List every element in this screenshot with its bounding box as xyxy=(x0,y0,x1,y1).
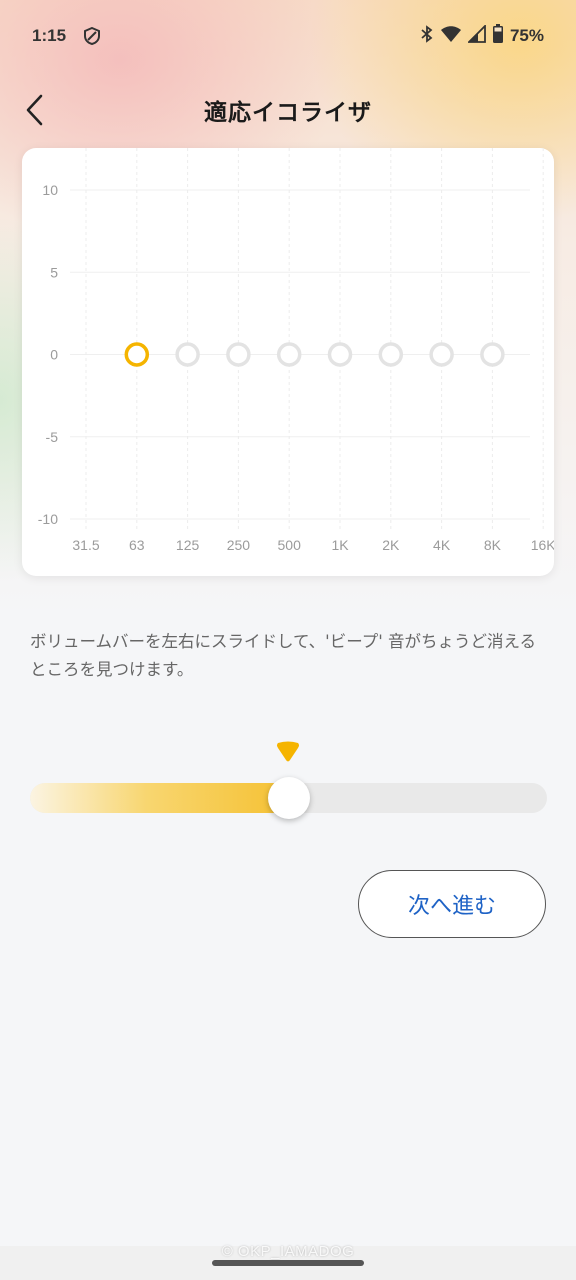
status-icons: 75% xyxy=(420,23,544,49)
band-point-2K xyxy=(378,342,404,367)
x-tick-label: 1K xyxy=(331,537,349,553)
next-button[interactable]: 次へ進む xyxy=(358,870,546,938)
band-point-63 xyxy=(124,342,150,367)
x-tick-label: 500 xyxy=(278,537,302,553)
watermark: © OKP_IAMADOG xyxy=(221,1243,355,1260)
y-tick-label: -10 xyxy=(38,511,58,527)
status-bar: 1:15 75% xyxy=(0,0,576,72)
band-point-4K xyxy=(429,342,454,367)
app-header: 適応イコライザ xyxy=(0,80,576,140)
y-tick-label: 10 xyxy=(42,182,58,198)
instruction-text: ボリュームバーを左右にスライドして、'ビープ' 音がちょうど消えるところを見つけ… xyxy=(30,632,537,679)
y-tick-label: 0 xyxy=(50,347,58,363)
x-tick-label: 2K xyxy=(382,537,400,553)
back-button[interactable] xyxy=(14,90,54,130)
y-tick-label: 5 xyxy=(50,264,58,280)
battery-percent: 75% xyxy=(509,26,544,45)
x-tick-label: 8K xyxy=(484,537,502,553)
x-tick-label: 63 xyxy=(129,537,145,553)
battery-icon xyxy=(492,23,504,49)
x-tick-label: 4K xyxy=(433,537,451,553)
x-tick-label: 125 xyxy=(176,537,200,553)
equalizer-chart: 10 5 0 -5 -10 31.5 63 125 250 500 1K 2K 4K 8K 16K xyxy=(38,148,554,553)
x-tick-label: 250 xyxy=(227,537,251,553)
bluetooth-icon xyxy=(420,24,434,48)
slider-thumb[interactable] xyxy=(267,777,310,819)
slider-fill xyxy=(30,783,289,813)
y-tick-label: -5 xyxy=(46,429,59,445)
x-tick-label: 31.5 xyxy=(72,537,99,553)
x-tick-label: 16K xyxy=(531,537,554,553)
wifi-icon xyxy=(440,25,462,48)
equalizer-chart-card: 10 5 0 -5 -10 31.5 63 125 250 500 1K 2K 4K 8K 16K xyxy=(22,148,554,576)
band-point-8K xyxy=(480,342,505,367)
status-time: 1:15 xyxy=(32,26,67,45)
volume-slider[interactable] xyxy=(30,740,547,830)
chevron-left-icon xyxy=(26,94,43,126)
band-point-500 xyxy=(276,342,302,367)
page-title: 適応イコライザ xyxy=(204,100,372,126)
band-point-1K xyxy=(327,342,353,367)
slider-marker-icon xyxy=(277,741,299,762)
band-point-125 xyxy=(175,342,200,367)
signal-icon xyxy=(466,23,486,48)
home-indicator[interactable] xyxy=(212,1260,364,1266)
shield-icon xyxy=(84,26,101,46)
band-point-250 xyxy=(226,342,251,367)
